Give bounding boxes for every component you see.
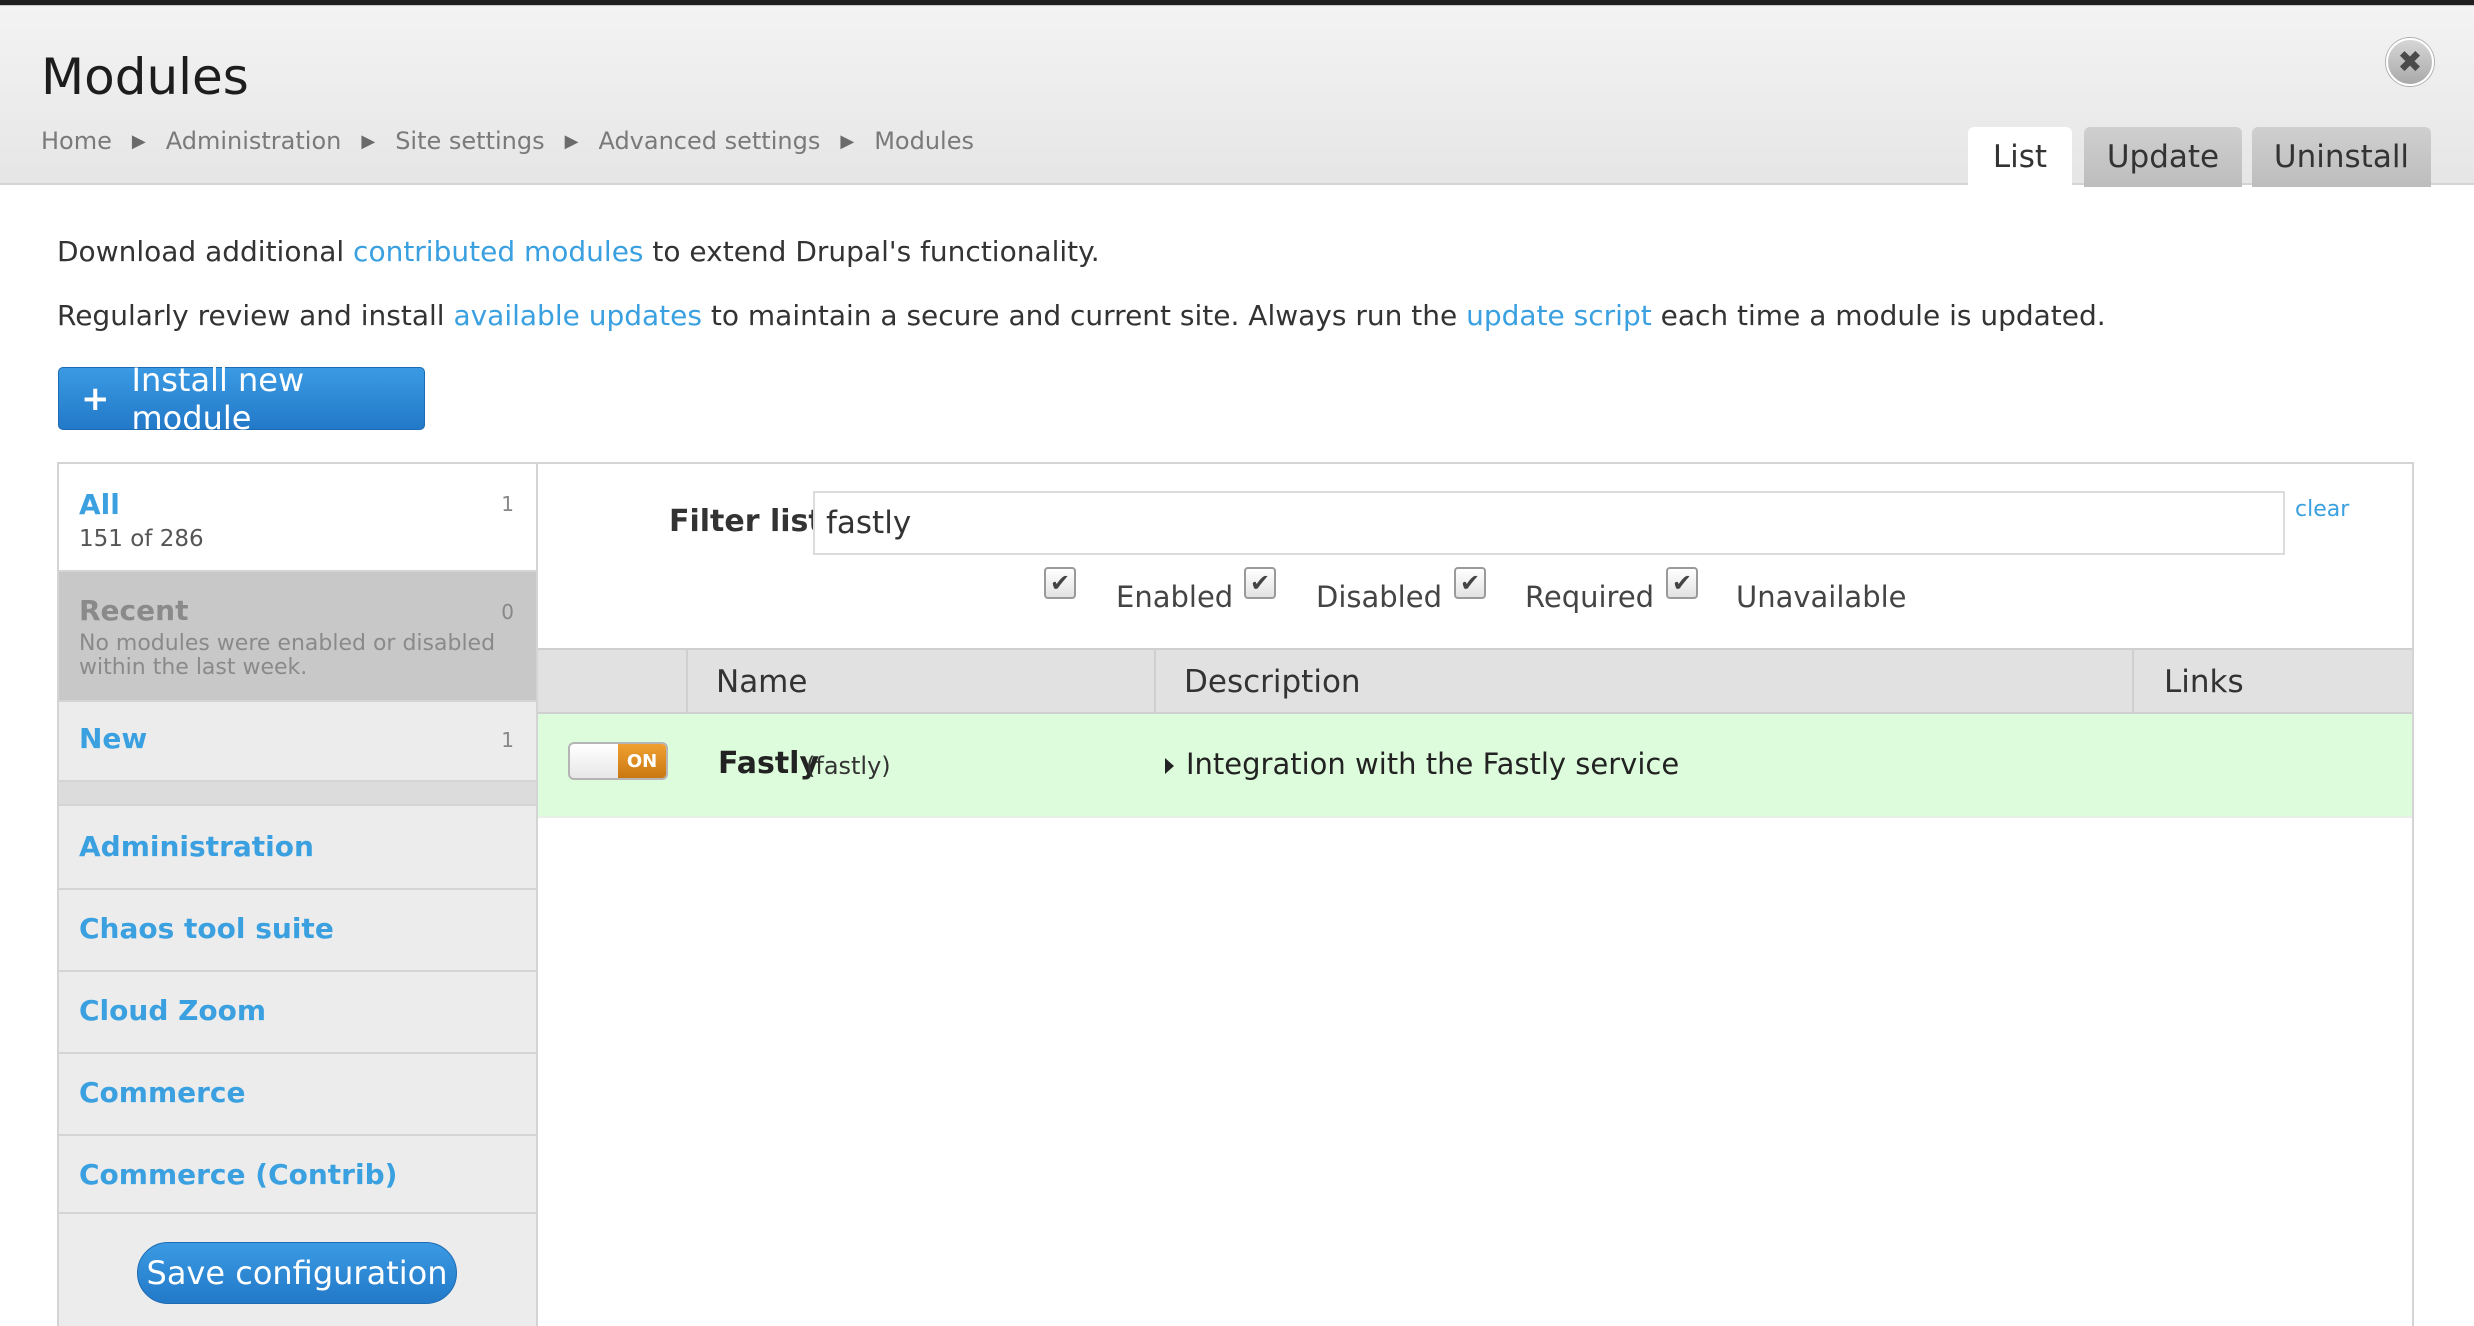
close-icon[interactable]: ✖: [2386, 38, 2434, 86]
intro-text: to extend Drupal's functionality.: [643, 235, 1100, 268]
breadcrumb-site-settings[interactable]: Site settings: [395, 127, 544, 155]
category-label: Recent: [79, 594, 189, 627]
unavailable-checkbox[interactable]: ✔: [1666, 567, 1698, 599]
modal-header: Modules Home ▶ Administration ▶ Site set…: [0, 6, 2474, 187]
available-updates-link[interactable]: available updates: [453, 299, 702, 332]
disabled-checkbox[interactable]: ✔: [1244, 567, 1276, 599]
module-description[interactable]: Integration with the Fastly service: [1186, 747, 1679, 781]
filter-input[interactable]: [813, 491, 2285, 555]
breadcrumb-administration[interactable]: Administration: [166, 127, 342, 155]
required-checkbox[interactable]: ✔: [1454, 567, 1486, 599]
breadcrumb: Home ▶ Administration ▶ Site settings ▶ …: [41, 127, 974, 155]
column-toggle: [538, 650, 686, 714]
contributed-modules-link[interactable]: contributed modules: [353, 235, 643, 268]
category-count: 1: [501, 492, 514, 516]
intro-text: Regularly review and install: [57, 299, 454, 332]
category-label: All: [79, 488, 120, 521]
sidebar-item-administration[interactable]: Administration: [59, 808, 536, 890]
category-count: 1: [501, 728, 514, 752]
category-label: Cloud Zoom: [79, 994, 267, 1027]
save-configuration-button[interactable]: Save configuration: [137, 1242, 457, 1304]
sidebar-item-recent: Recent 0 No modules were enabled or disa…: [59, 572, 536, 702]
breadcrumb-home[interactable]: Home: [41, 127, 112, 155]
category-count: 0: [501, 600, 514, 624]
category-label: Commerce: [79, 1076, 246, 1109]
toggle-on-label: ON: [618, 744, 666, 778]
intro-download: Download additional contributed modules …: [57, 235, 1100, 268]
sidebar-item-commerce-contrib[interactable]: Commerce (Contrib): [59, 1136, 536, 1214]
category-label: Administration: [79, 830, 314, 863]
sidebar-item-commerce[interactable]: Commerce: [59, 1054, 536, 1136]
module-machine-name: (fastly): [806, 752, 891, 780]
breadcrumb-arrow-icon: ▶: [840, 130, 855, 152]
sidebar-divider: [59, 782, 536, 806]
page-title: Modules: [41, 48, 249, 106]
table-row: ON Fastly (fastly) Integration with the …: [538, 714, 2412, 818]
sidebar-item-chaos-tool-suite[interactable]: Chaos tool suite: [59, 890, 536, 972]
table-header: Name Description Links: [538, 648, 2412, 714]
breadcrumb-arrow-icon: ▶: [564, 130, 579, 152]
plus-icon: +: [81, 378, 110, 419]
sidebar-item-all[interactable]: All 1 151 of 286: [59, 464, 536, 572]
intro-text: each time a module is updated.: [1651, 299, 2106, 332]
update-script-link[interactable]: update script: [1466, 299, 1652, 332]
category-label: Chaos tool suite: [79, 912, 334, 945]
intro-updates: Regularly review and install available u…: [57, 299, 2106, 332]
module-name: Fastly: [718, 746, 820, 781]
tab-uninstall[interactable]: Uninstall: [2252, 127, 2431, 187]
modules-modal: Modules Home ▶ Administration ▶ Site set…: [0, 5, 2474, 1326]
category-label: Commerce (Contrib): [79, 1158, 398, 1191]
sidebar-item-new[interactable]: New 1: [59, 702, 536, 782]
breadcrumb-modules: Modules: [874, 127, 974, 155]
enabled-label: Enabled: [1116, 580, 1234, 614]
breadcrumb-arrow-icon: ▶: [361, 130, 376, 152]
intro-text: to maintain a secure and current site. A…: [701, 299, 1467, 332]
column-links: Links: [2132, 650, 2412, 714]
module-list-panel: Filter list clear ✔ Enabled ✔ Disabled ✔…: [536, 462, 2414, 1326]
column-name: Name: [686, 650, 1154, 714]
module-enable-toggle[interactable]: ON: [568, 742, 668, 780]
unavailable-label: Unavailable: [1736, 580, 1907, 614]
disabled-label: Disabled: [1316, 580, 1442, 614]
filter-label: Filter list: [669, 504, 823, 539]
column-description: Description: [1154, 650, 2132, 714]
category-summary: 151 of 286: [79, 526, 204, 552]
install-new-module-button[interactable]: + Install new module: [58, 361, 425, 437]
category-label: New: [79, 722, 148, 755]
required-label: Required: [1525, 580, 1655, 614]
breadcrumb-advanced-settings[interactable]: Advanced settings: [598, 127, 820, 155]
tab-list[interactable]: List: [1968, 127, 2072, 187]
clear-filter-link[interactable]: clear: [2295, 497, 2349, 522]
expand-arrow-icon[interactable]: [1165, 758, 1174, 774]
sidebar-item-cloud-zoom[interactable]: Cloud Zoom: [59, 972, 536, 1054]
tab-update[interactable]: Update: [2084, 127, 2242, 187]
intro-text: Download additional: [57, 235, 354, 268]
breadcrumb-arrow-icon: ▶: [131, 130, 146, 152]
category-summary: No modules were enabled or disabled with…: [79, 631, 496, 680]
install-button-label: Install new module: [131, 360, 305, 437]
enabled-checkbox[interactable]: ✔: [1044, 567, 1076, 599]
category-sidebar: All 1 151 of 286 Recent 0 No modules wer…: [57, 462, 536, 1326]
